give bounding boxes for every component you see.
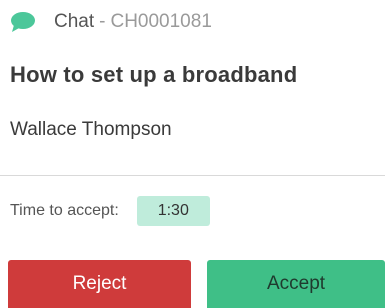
divider [0, 175, 385, 176]
customer-name: Wallace Thompson [10, 119, 172, 140]
chat-request-card: Chat - CH0001081 How to set up a broadba… [0, 0, 385, 308]
chat-subject: How to set up a broadband [10, 62, 298, 87]
timer-badge: 1:30 [136, 196, 210, 226]
header-separator: - [99, 11, 106, 32]
reject-button[interactable]: Reject [8, 260, 191, 308]
chat-bubble-icon [10, 11, 36, 33]
accept-button[interactable]: Accept [207, 260, 385, 308]
chat-id: CH0001081 [110, 11, 212, 32]
accept-timer: Time to accept: 1:30 [10, 196, 210, 226]
channel-title: Chat [54, 11, 95, 32]
card-header: Chat - CH0001081 [10, 8, 212, 36]
timer-label: Time to accept: [10, 202, 119, 219]
